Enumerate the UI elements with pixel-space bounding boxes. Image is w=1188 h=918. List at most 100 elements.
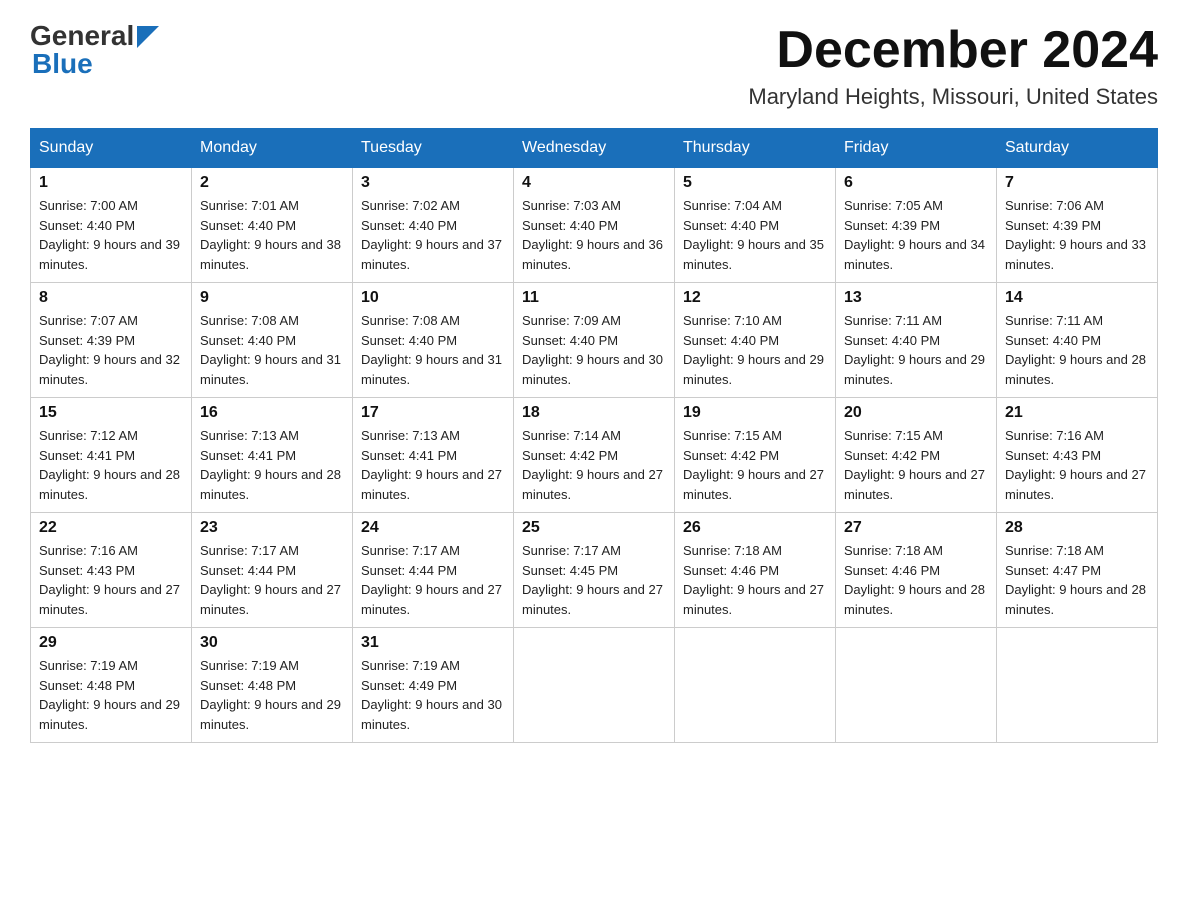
day-cell-6: 6 Sunrise: 7:05 AMSunset: 4:39 PMDayligh… bbox=[836, 168, 997, 283]
day-number: 7 bbox=[1005, 174, 1149, 192]
day-info: Sunrise: 7:19 AMSunset: 4:49 PMDaylight:… bbox=[361, 658, 502, 732]
day-cell-14: 14 Sunrise: 7:11 AMSunset: 4:40 PMDaylig… bbox=[997, 283, 1158, 398]
day-cell-17: 17 Sunrise: 7:13 AMSunset: 4:41 PMDaylig… bbox=[353, 398, 514, 513]
day-info: Sunrise: 7:16 AMSunset: 4:43 PMDaylight:… bbox=[39, 543, 180, 617]
day-number: 28 bbox=[1005, 519, 1149, 537]
day-number: 24 bbox=[361, 519, 505, 537]
header-monday: Monday bbox=[192, 129, 353, 168]
logo: General Blue bbox=[30, 20, 159, 80]
day-number: 26 bbox=[683, 519, 827, 537]
day-cell-22: 22 Sunrise: 7:16 AMSunset: 4:43 PMDaylig… bbox=[31, 513, 192, 628]
day-number: 4 bbox=[522, 174, 666, 192]
title-section: December 2024 Maryland Heights, Missouri… bbox=[748, 20, 1158, 110]
day-info: Sunrise: 7:05 AMSunset: 4:39 PMDaylight:… bbox=[844, 198, 985, 272]
day-number: 30 bbox=[200, 634, 344, 652]
day-info: Sunrise: 7:19 AMSunset: 4:48 PMDaylight:… bbox=[39, 658, 180, 732]
day-cell-19: 19 Sunrise: 7:15 AMSunset: 4:42 PMDaylig… bbox=[675, 398, 836, 513]
day-cell-30: 30 Sunrise: 7:19 AMSunset: 4:48 PMDaylig… bbox=[192, 628, 353, 743]
day-number: 1 bbox=[39, 174, 183, 192]
empty-cell-4-4 bbox=[675, 628, 836, 743]
day-info: Sunrise: 7:15 AMSunset: 4:42 PMDaylight:… bbox=[683, 428, 824, 502]
header-thursday: Thursday bbox=[675, 129, 836, 168]
logo-triangle-icon bbox=[137, 26, 159, 48]
day-info: Sunrise: 7:00 AMSunset: 4:40 PMDaylight:… bbox=[39, 198, 180, 272]
day-cell-26: 26 Sunrise: 7:18 AMSunset: 4:46 PMDaylig… bbox=[675, 513, 836, 628]
day-info: Sunrise: 7:12 AMSunset: 4:41 PMDaylight:… bbox=[39, 428, 180, 502]
week-row-5: 29 Sunrise: 7:19 AMSunset: 4:48 PMDaylig… bbox=[31, 628, 1158, 743]
day-cell-2: 2 Sunrise: 7:01 AMSunset: 4:40 PMDayligh… bbox=[192, 168, 353, 283]
day-cell-12: 12 Sunrise: 7:10 AMSunset: 4:40 PMDaylig… bbox=[675, 283, 836, 398]
day-info: Sunrise: 7:18 AMSunset: 4:46 PMDaylight:… bbox=[844, 543, 985, 617]
day-info: Sunrise: 7:18 AMSunset: 4:46 PMDaylight:… bbox=[683, 543, 824, 617]
day-cell-11: 11 Sunrise: 7:09 AMSunset: 4:40 PMDaylig… bbox=[514, 283, 675, 398]
day-cell-13: 13 Sunrise: 7:11 AMSunset: 4:40 PMDaylig… bbox=[836, 283, 997, 398]
day-number: 29 bbox=[39, 634, 183, 652]
day-info: Sunrise: 7:15 AMSunset: 4:42 PMDaylight:… bbox=[844, 428, 985, 502]
day-number: 11 bbox=[522, 289, 666, 307]
day-cell-4: 4 Sunrise: 7:03 AMSunset: 4:40 PMDayligh… bbox=[514, 168, 675, 283]
day-cell-7: 7 Sunrise: 7:06 AMSunset: 4:39 PMDayligh… bbox=[997, 168, 1158, 283]
day-number: 25 bbox=[522, 519, 666, 537]
day-number: 14 bbox=[1005, 289, 1149, 307]
day-info: Sunrise: 7:13 AMSunset: 4:41 PMDaylight:… bbox=[361, 428, 502, 502]
day-number: 19 bbox=[683, 404, 827, 422]
day-info: Sunrise: 7:17 AMSunset: 4:44 PMDaylight:… bbox=[200, 543, 341, 617]
header-wednesday: Wednesday bbox=[514, 129, 675, 168]
day-cell-10: 10 Sunrise: 7:08 AMSunset: 4:40 PMDaylig… bbox=[353, 283, 514, 398]
day-number: 17 bbox=[361, 404, 505, 422]
day-number: 2 bbox=[200, 174, 344, 192]
day-info: Sunrise: 7:11 AMSunset: 4:40 PMDaylight:… bbox=[844, 313, 985, 387]
day-number: 8 bbox=[39, 289, 183, 307]
day-info: Sunrise: 7:02 AMSunset: 4:40 PMDaylight:… bbox=[361, 198, 502, 272]
day-number: 23 bbox=[200, 519, 344, 537]
day-info: Sunrise: 7:03 AMSunset: 4:40 PMDaylight:… bbox=[522, 198, 663, 272]
day-number: 3 bbox=[361, 174, 505, 192]
day-number: 20 bbox=[844, 404, 988, 422]
empty-cell-4-3 bbox=[514, 628, 675, 743]
day-info: Sunrise: 7:19 AMSunset: 4:48 PMDaylight:… bbox=[200, 658, 341, 732]
day-info: Sunrise: 7:17 AMSunset: 4:44 PMDaylight:… bbox=[361, 543, 502, 617]
day-cell-21: 21 Sunrise: 7:16 AMSunset: 4:43 PMDaylig… bbox=[997, 398, 1158, 513]
header-friday: Friday bbox=[836, 129, 997, 168]
day-cell-28: 28 Sunrise: 7:18 AMSunset: 4:47 PMDaylig… bbox=[997, 513, 1158, 628]
day-number: 22 bbox=[39, 519, 183, 537]
day-number: 16 bbox=[200, 404, 344, 422]
day-cell-15: 15 Sunrise: 7:12 AMSunset: 4:41 PMDaylig… bbox=[31, 398, 192, 513]
day-cell-27: 27 Sunrise: 7:18 AMSunset: 4:46 PMDaylig… bbox=[836, 513, 997, 628]
day-cell-3: 3 Sunrise: 7:02 AMSunset: 4:40 PMDayligh… bbox=[353, 168, 514, 283]
day-cell-29: 29 Sunrise: 7:19 AMSunset: 4:48 PMDaylig… bbox=[31, 628, 192, 743]
day-number: 12 bbox=[683, 289, 827, 307]
day-number: 21 bbox=[1005, 404, 1149, 422]
day-number: 27 bbox=[844, 519, 988, 537]
day-number: 13 bbox=[844, 289, 988, 307]
month-title: December 2024 bbox=[748, 20, 1158, 80]
day-cell-8: 8 Sunrise: 7:07 AMSunset: 4:39 PMDayligh… bbox=[31, 283, 192, 398]
day-number: 31 bbox=[361, 634, 505, 652]
day-cell-31: 31 Sunrise: 7:19 AMSunset: 4:49 PMDaylig… bbox=[353, 628, 514, 743]
day-info: Sunrise: 7:13 AMSunset: 4:41 PMDaylight:… bbox=[200, 428, 341, 502]
day-cell-5: 5 Sunrise: 7:04 AMSunset: 4:40 PMDayligh… bbox=[675, 168, 836, 283]
day-info: Sunrise: 7:16 AMSunset: 4:43 PMDaylight:… bbox=[1005, 428, 1146, 502]
day-cell-16: 16 Sunrise: 7:13 AMSunset: 4:41 PMDaylig… bbox=[192, 398, 353, 513]
day-number: 15 bbox=[39, 404, 183, 422]
day-number: 5 bbox=[683, 174, 827, 192]
day-info: Sunrise: 7:08 AMSunset: 4:40 PMDaylight:… bbox=[200, 313, 341, 387]
week-row-3: 15 Sunrise: 7:12 AMSunset: 4:41 PMDaylig… bbox=[31, 398, 1158, 513]
day-info: Sunrise: 7:06 AMSunset: 4:39 PMDaylight:… bbox=[1005, 198, 1146, 272]
week-row-1: 1 Sunrise: 7:00 AMSunset: 4:40 PMDayligh… bbox=[31, 168, 1158, 283]
day-number: 10 bbox=[361, 289, 505, 307]
day-info: Sunrise: 7:10 AMSunset: 4:40 PMDaylight:… bbox=[683, 313, 824, 387]
empty-cell-4-5 bbox=[836, 628, 997, 743]
location-subtitle: Maryland Heights, Missouri, United State… bbox=[748, 84, 1158, 110]
day-info: Sunrise: 7:17 AMSunset: 4:45 PMDaylight:… bbox=[522, 543, 663, 617]
day-cell-9: 9 Sunrise: 7:08 AMSunset: 4:40 PMDayligh… bbox=[192, 283, 353, 398]
day-info: Sunrise: 7:08 AMSunset: 4:40 PMDaylight:… bbox=[361, 313, 502, 387]
day-info: Sunrise: 7:11 AMSunset: 4:40 PMDaylight:… bbox=[1005, 313, 1146, 387]
day-info: Sunrise: 7:04 AMSunset: 4:40 PMDaylight:… bbox=[683, 198, 824, 272]
page-header: General Blue December 2024 Maryland Heig… bbox=[30, 20, 1158, 110]
day-number: 9 bbox=[200, 289, 344, 307]
day-cell-20: 20 Sunrise: 7:15 AMSunset: 4:42 PMDaylig… bbox=[836, 398, 997, 513]
day-info: Sunrise: 7:18 AMSunset: 4:47 PMDaylight:… bbox=[1005, 543, 1146, 617]
day-info: Sunrise: 7:07 AMSunset: 4:39 PMDaylight:… bbox=[39, 313, 180, 387]
weekday-header-row: Sunday Monday Tuesday Wednesday Thursday… bbox=[31, 129, 1158, 168]
